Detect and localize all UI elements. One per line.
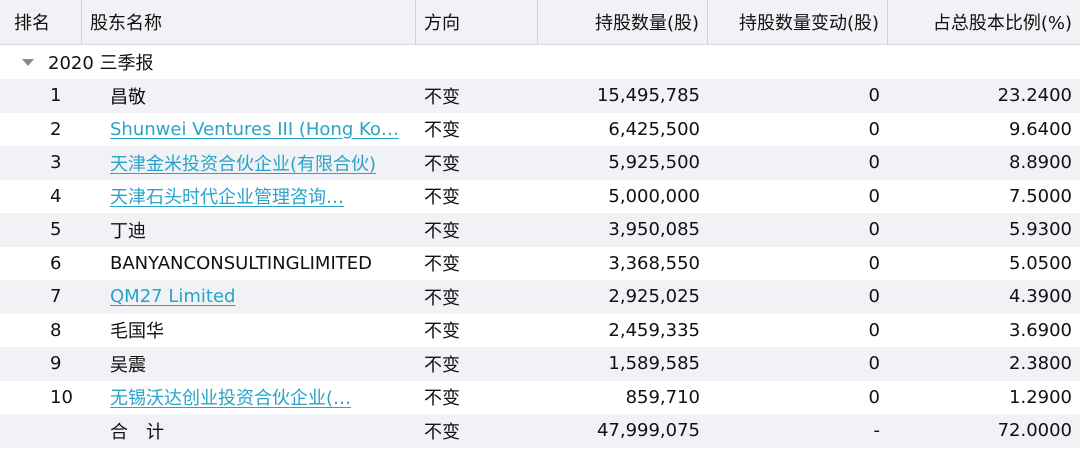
table-row[interactable]: 3 天津金米投资合伙企业(有限合伙) 不变 5,925,500 0 8.8900 xyxy=(0,146,1080,180)
shares-cell: 5,925,500 xyxy=(608,152,700,174)
group-label: 2020 三季报 xyxy=(48,53,154,74)
ratio-cell: 3.6900 xyxy=(1009,319,1072,341)
column-header-name[interactable]: 股东名称 xyxy=(82,0,416,44)
table-row[interactable]: 7 QM27 Limited 不变 2,925,025 0 4.3900 xyxy=(0,280,1080,314)
rank-cell: 10 xyxy=(50,386,73,408)
change-cell: 0 xyxy=(868,118,880,140)
shareholder-name-link[interactable]: Shunwei Ventures III (Hong Ko… xyxy=(82,119,416,140)
direction-cell: 不变 xyxy=(424,86,460,108)
group-row-2020-q3[interactable]: 2020 三季报 xyxy=(0,45,1080,79)
shareholder-name: 昌敬 xyxy=(110,86,146,108)
direction-cell: 不变 xyxy=(424,287,460,309)
column-header-direction[interactable]: 方向 xyxy=(416,0,538,44)
column-header-rank[interactable]: 排名 xyxy=(0,0,82,44)
table-row[interactable]: 6 BANYANCONSULTINGLIMITED 不变 3,368,550 0 5.05… xyxy=(0,246,1080,280)
change-cell: 0 xyxy=(868,185,880,207)
shares-cell: 2,459,335 xyxy=(608,319,700,341)
ratio-cell: 2.3800 xyxy=(1009,353,1072,375)
shareholder-name-link[interactable]: 天津石头时代企业管理咨询… xyxy=(82,183,416,209)
direction-cell: 不变 xyxy=(424,220,460,242)
ratio-cell: 5.9300 xyxy=(1009,219,1072,241)
shareholder-table: 排名 股东名称 方向 持股数量(股) 持股数量变动(股) 占总股本比例(%) 2… xyxy=(0,0,1080,448)
change-cell: 0 xyxy=(868,152,880,174)
total-label: 合 计 xyxy=(110,421,164,443)
table-row[interactable]: 4 天津石头时代企业管理咨询… 不变 5,000,000 0 7.5000 xyxy=(0,179,1080,213)
ratio-cell: 5.0500 xyxy=(1009,252,1072,274)
shareholder-name: 丁迪 xyxy=(110,220,146,242)
column-header-change[interactable]: 持股数量变动(股) xyxy=(708,0,888,44)
direction-cell: 不变 xyxy=(424,388,460,410)
ratio-cell: 1.2900 xyxy=(1009,386,1072,408)
shares-cell: 5,000,000 xyxy=(608,185,700,207)
shares-cell: 1,589,585 xyxy=(608,353,700,375)
rank-cell: 3 xyxy=(50,152,62,174)
rank-cell: 2 xyxy=(50,118,62,140)
collapse-triangle-icon[interactable] xyxy=(22,58,34,66)
shareholder-name-link[interactable]: QM27 Limited xyxy=(82,286,416,307)
shares-cell: 3,950,085 xyxy=(608,219,700,241)
ratio-cell: 8.8900 xyxy=(1009,152,1072,174)
shareholder-name: 吴震 xyxy=(110,354,146,376)
rank-cell: 9 xyxy=(50,353,62,375)
shareholder-name: BANYANCONSULTINGLIMITED xyxy=(110,252,372,274)
column-header-ratio[interactable]: 占总股本比例(%) xyxy=(888,0,1080,44)
total-direction: 不变 xyxy=(424,421,460,443)
rank-cell: 4 xyxy=(50,185,62,207)
shares-cell: 2,925,025 xyxy=(608,286,700,308)
shares-cell: 859,710 xyxy=(625,386,700,408)
ratio-cell: 7.5000 xyxy=(1009,185,1072,207)
rank-cell: 7 xyxy=(50,286,62,308)
table-row[interactable]: 8 毛国华 不变 2,459,335 0 3.6900 xyxy=(0,313,1080,347)
total-shares: 47,999,075 xyxy=(596,420,700,442)
change-cell: 0 xyxy=(868,386,880,408)
direction-cell: 不变 xyxy=(424,153,460,175)
total-row: 合 计 不变 47,999,075 - 72.0000 xyxy=(0,414,1080,448)
shares-cell: 15,495,785 xyxy=(596,85,700,107)
direction-cell: 不变 xyxy=(424,354,460,376)
direction-cell: 不变 xyxy=(424,321,460,343)
total-change: - xyxy=(873,420,881,442)
total-ratio: 72.0000 xyxy=(997,420,1072,442)
shareholder-name: 毛国华 xyxy=(110,321,164,343)
direction-cell: 不变 xyxy=(424,120,460,142)
change-cell: 0 xyxy=(868,252,880,274)
shares-cell: 3,368,550 xyxy=(608,252,700,274)
ratio-cell: 9.6400 xyxy=(1009,118,1072,140)
shareholder-name-link[interactable]: 无锡沃达创业投资合伙企业(… xyxy=(82,384,416,410)
shareholder-name-link[interactable]: 天津金米投资合伙企业(有限合伙) xyxy=(82,150,416,176)
rank-cell: 8 xyxy=(50,319,62,341)
rank-cell: 5 xyxy=(50,219,62,241)
table-row[interactable]: 9 吴震 不变 1,589,585 0 2.3800 xyxy=(0,347,1080,381)
rank-cell: 1 xyxy=(50,85,62,107)
ratio-cell: 4.3900 xyxy=(1009,286,1072,308)
change-cell: 0 xyxy=(868,85,880,107)
table-body: 1 昌敬 不变 15,495,785 0 23.2400 2 Shunwei Ventures… xyxy=(0,79,1080,414)
direction-cell: 不变 xyxy=(424,254,460,276)
direction-cell: 不变 xyxy=(424,187,460,209)
change-cell: 0 xyxy=(868,319,880,341)
ratio-cell: 23.2400 xyxy=(997,85,1072,107)
table-row[interactable]: 1 昌敬 不变 15,495,785 0 23.2400 xyxy=(0,79,1080,113)
change-cell: 0 xyxy=(868,353,880,375)
change-cell: 0 xyxy=(868,286,880,308)
table-header: 排名 股东名称 方向 持股数量(股) 持股数量变动(股) 占总股本比例(%) xyxy=(0,0,1080,45)
shares-cell: 6,425,500 xyxy=(608,118,700,140)
change-cell: 0 xyxy=(868,219,880,241)
table-row[interactable]: 5 丁迪 不变 3,950,085 0 5.9300 xyxy=(0,213,1080,247)
rank-cell: 6 xyxy=(50,252,62,274)
table-row[interactable]: 2 Shunwei Ventures III (Hong Ko… 不变 6,425,5… xyxy=(0,112,1080,146)
table-row[interactable]: 10 无锡沃达创业投资合伙企业(… 不变 859,710 0 1.2900 xyxy=(0,380,1080,414)
column-header-shares[interactable]: 持股数量(股) xyxy=(538,0,708,44)
